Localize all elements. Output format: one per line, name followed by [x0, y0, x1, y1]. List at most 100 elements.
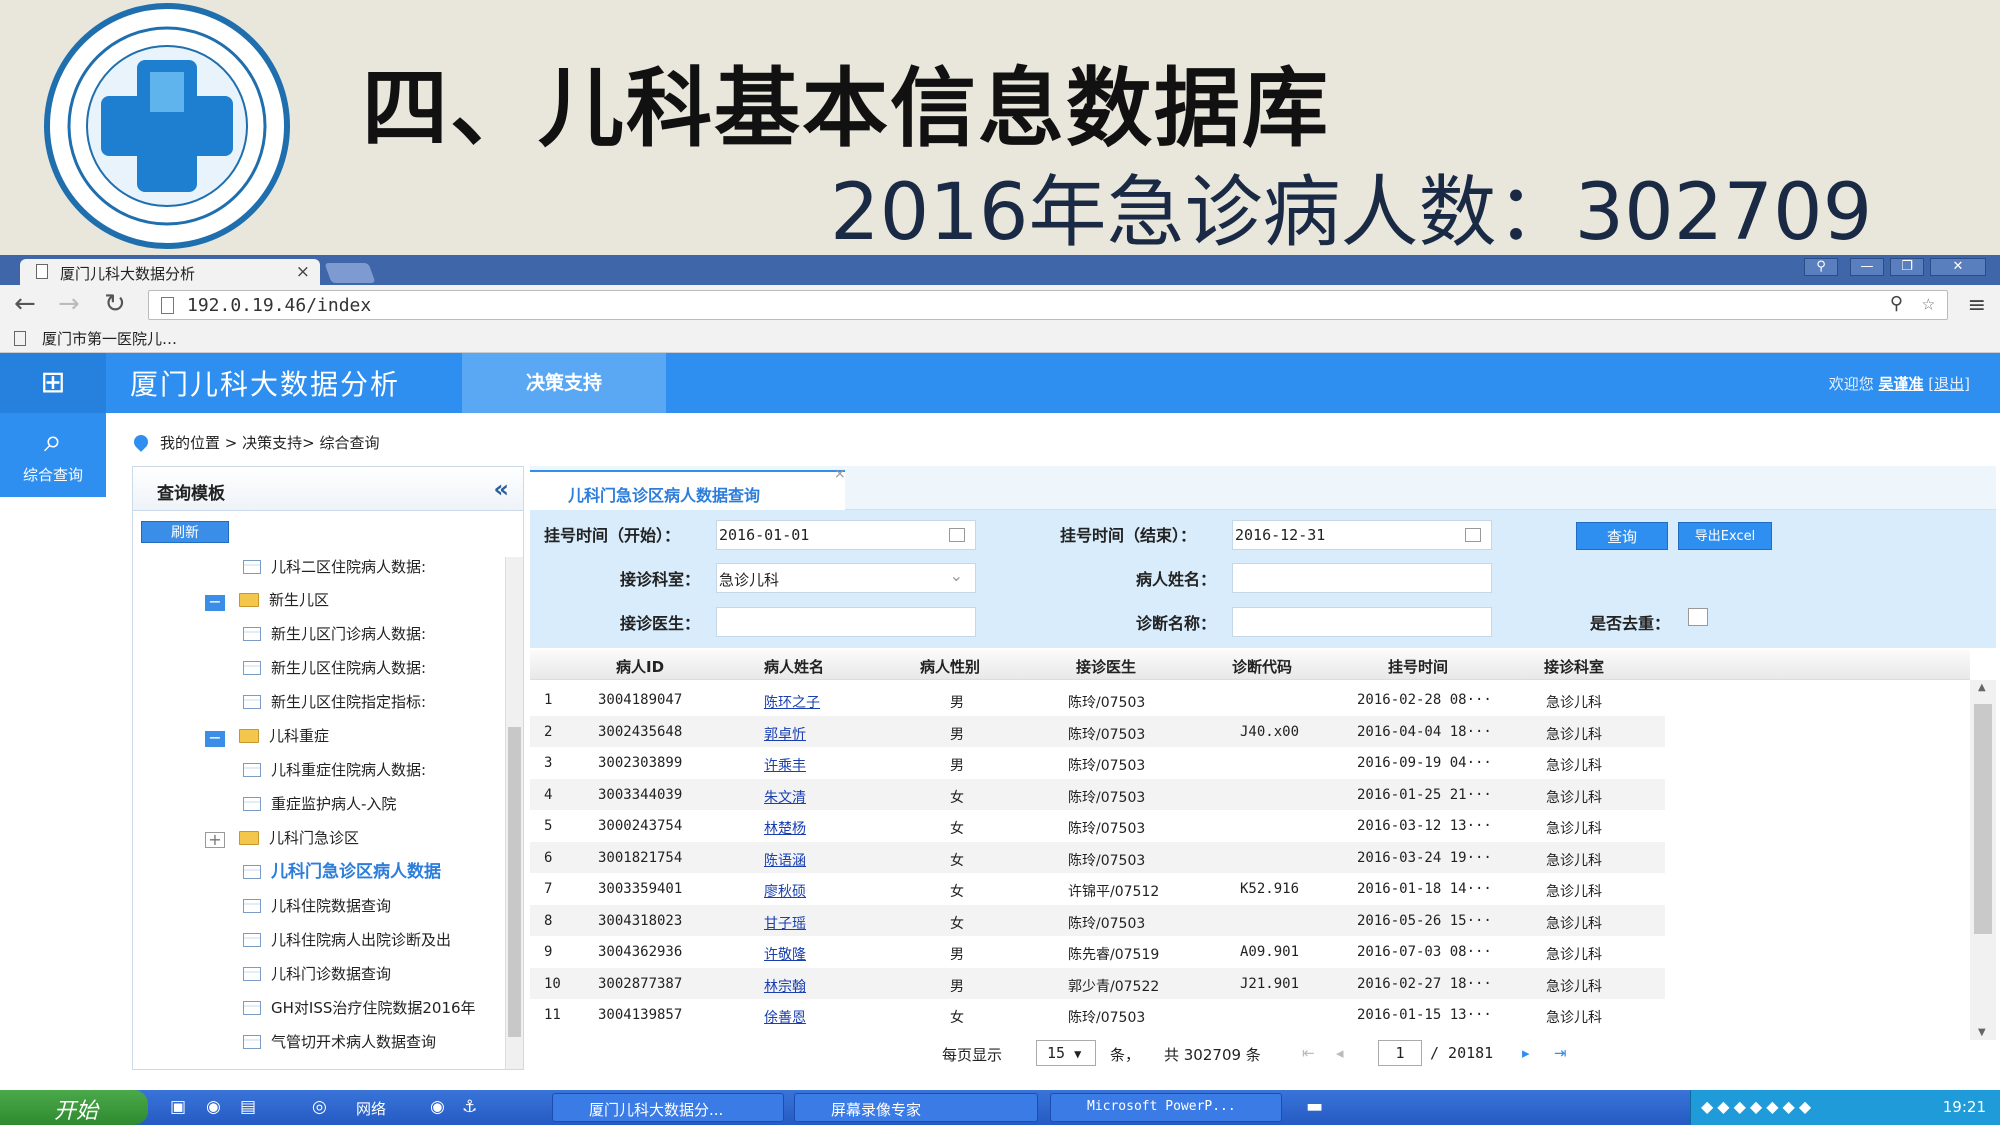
dedup-checkbox[interactable] — [1688, 608, 1708, 626]
app-icon[interactable]: ◎ — [312, 1097, 327, 1117]
patient-name-input[interactable] — [1232, 563, 1492, 593]
table-row[interactable]: 11 3004139857 俆善恩 女 陈玲/07503 2016-01-15 13···… — [530, 999, 1665, 1031]
refresh-button[interactable]: 刷新 — [141, 521, 229, 543]
ie-icon[interactable]: ◉ — [206, 1097, 221, 1117]
cell-name[interactable]: 郭卓忻 — [764, 724, 806, 744]
user-name-link[interactable]: 吴谨准 — [1878, 375, 1923, 393]
col-header-sex[interactable]: 病人性别 — [920, 656, 980, 677]
first-page-icon[interactable]: ⇤ — [1302, 1044, 1315, 1062]
cell-name[interactable]: 廖秋硕 — [764, 881, 806, 901]
network-label[interactable]: 网络 — [356, 1098, 386, 1119]
tree-item-active[interactable]: 儿科门急诊区病人数据 — [243, 860, 441, 884]
close-tab-icon[interactable]: × — [296, 262, 310, 282]
table-row[interactable]: 4 3003344039 朱文清 女 陈玲/07503 2016-01-25 21··· 急… — [530, 778, 1665, 810]
star-icon[interactable]: ☆ — [1922, 291, 1935, 316]
table-row[interactable]: 7 3003359401 廖秋硕 女 许锦平/07512 K52.916 2016-01-1… — [530, 873, 1665, 905]
table-row[interactable]: 6 3001821754 陈语涵 女 陈玲/07503 2016-03-24 19··· 急… — [530, 841, 1665, 873]
tree-item[interactable]: 儿科二区住院病人数据: — [243, 555, 426, 579]
table-row[interactable]: 9 3004362936 许敬隆 男 陈先睿/07519 A09.901 2016-07-0… — [530, 936, 1665, 968]
back-icon[interactable]: ← — [14, 289, 36, 319]
table-row[interactable]: 2 3002435648 郭卓忻 男 陈玲/07503 J40.x00 2016-04-04… — [530, 715, 1665, 747]
tree-folder[interactable]: − 新生儿区 — [205, 588, 329, 612]
cell-name[interactable]: 林楚杨 — [764, 818, 806, 838]
per-page-select[interactable]: 15 ▼ — [1036, 1040, 1096, 1066]
collapse-icon[interactable]: « — [493, 475, 509, 503]
collapse-toggle-icon[interactable]: − — [205, 730, 225, 747]
tree-item[interactable]: 气管切开术病人数据查询 — [243, 1030, 436, 1054]
scrollbar-thumb[interactable] — [508, 727, 521, 1037]
chrome-icon[interactable]: ◉ — [430, 1097, 445, 1117]
sidebar-item-comprehensive-query[interactable]: ⌕ 综合查询 — [0, 413, 106, 497]
cell-name[interactable]: 甘子瑶 — [764, 913, 806, 933]
table-row[interactable]: 5 3000243754 林楚杨 女 陈玲/07503 2016-03-12 13··· 急… — [530, 810, 1665, 842]
query-button[interactable]: 查询 — [1576, 522, 1668, 550]
browser-tab[interactable]: 厦门儿科大数据分析 × — [20, 259, 320, 285]
tree-scrollbar[interactable] — [505, 557, 523, 1069]
taskbar-item-powerpoint[interactable]: Microsoft PowerP... — [1050, 1093, 1282, 1122]
user-icon[interactable]: ⚲ — [1804, 258, 1838, 276]
col-header-name[interactable]: 病人姓名 — [764, 656, 824, 677]
diagnosis-input[interactable] — [1232, 607, 1492, 637]
scroll-up-icon[interactable]: ▲ — [1978, 682, 1986, 693]
calendar-icon[interactable] — [1465, 528, 1481, 542]
bookmark-item[interactable]: 厦门市第一医院儿… — [42, 330, 177, 348]
cell-name[interactable]: 朱文清 — [764, 787, 806, 807]
new-tab-button[interactable] — [324, 263, 376, 283]
scrollbar-thumb[interactable] — [1974, 704, 1992, 934]
table-scrollbar[interactable]: ▲ ▼ — [1970, 680, 1996, 1040]
menu-icon[interactable]: ≡ — [1968, 293, 1986, 318]
tab-er-patient-query[interactable]: 儿科门急诊区病人数据查询 — [530, 470, 845, 510]
close-window-button[interactable]: ✕ — [1930, 258, 1986, 276]
pin-icon[interactable]: ⚲ — [1890, 293, 1903, 314]
page-input[interactable]: 1 — [1378, 1040, 1422, 1066]
tree-item[interactable]: 新生儿区住院病人数据: — [243, 656, 426, 680]
col-header-dept[interactable]: 接诊科室 — [1544, 656, 1604, 677]
tray-icons[interactable]: ◆◆◆◆◆◆◆ — [1701, 1097, 1815, 1116]
dept-select[interactable]: 急诊儿科 ⌄ — [716, 563, 976, 593]
cell-name[interactable]: 陈环之子 — [764, 692, 820, 712]
cell-name[interactable]: 林宗翰 — [764, 976, 806, 996]
grid-icon[interactable]: ⊞ — [0, 353, 106, 413]
table-row[interactable]: 8 3004318023 甘子瑶 女 陈玲/07503 2016-05-26 15··· 急… — [530, 904, 1665, 936]
screen-icon[interactable]: ▬ — [1306, 1096, 1323, 1117]
table-row[interactable]: 3 3002303899 许乘丰 男 陈玲/07503 2016-09-19 04··· 急… — [530, 747, 1665, 779]
tree-folder[interactable]: − 儿科重症 — [205, 724, 329, 748]
taskbar-item-browser[interactable]: 厦门儿科大数据分... — [552, 1093, 784, 1122]
tree-item[interactable]: 儿科住院数据查询 — [243, 894, 391, 918]
cell-name[interactable]: 俆善恩 — [764, 1007, 806, 1027]
forward-icon[interactable]: → — [58, 289, 80, 319]
cell-name[interactable]: 陈语涵 — [764, 850, 806, 870]
tree-item[interactable]: 重症监护病人-入院 — [243, 792, 396, 816]
tree-item[interactable]: 儿科门诊数据查询 — [243, 962, 391, 986]
taskbar-item-recorder[interactable]: 屏幕录像专家 — [794, 1093, 1038, 1122]
col-header-code[interactable]: 诊断代码 — [1232, 656, 1292, 677]
tree-item[interactable]: 儿科重症住院病人数据: — [243, 758, 426, 782]
tab-decision-support[interactable]: 决策支持 — [462, 353, 666, 413]
col-header-id[interactable]: 病人ID — [616, 656, 664, 677]
tree-item[interactable]: GH对ISS治疗住院数据2016年 — [243, 996, 476, 1020]
col-header-doctor[interactable]: 接诊医生 — [1076, 656, 1136, 677]
table-row[interactable]: 10 3002877387 林宗翰 男 郭少青/07522 J21.901 2016-02-… — [530, 967, 1665, 999]
logout-link[interactable]: [退出] — [1928, 375, 1970, 393]
url-field[interactable]: 192.0.19.46/index ⚲ ☆ — [148, 290, 1948, 320]
tree-folder[interactable]: + 儿科门急诊区 — [205, 826, 359, 850]
tree-item[interactable]: 新生儿区住院指定指标: — [243, 690, 426, 714]
expand-toggle-icon[interactable]: + — [205, 832, 225, 848]
end-time-field[interactable]: 2016-12-31 — [1232, 520, 1492, 550]
desktop-icon[interactable]: ▤ — [240, 1097, 256, 1117]
last-page-icon[interactable]: ⇥ — [1554, 1044, 1567, 1062]
scroll-down-icon[interactable]: ▼ — [1978, 1027, 1986, 1038]
cell-name[interactable]: 许敬隆 — [764, 944, 806, 964]
table-row[interactable]: 1 3004189047 陈环之子 男 陈玲/07503 2016-02-28 08···… — [530, 684, 1665, 716]
minimize-button[interactable]: — — [1850, 258, 1884, 276]
collapse-toggle-icon[interactable]: − — [205, 594, 225, 611]
restore-button[interactable]: ❐ — [1890, 258, 1924, 276]
cell-name[interactable]: 许乘丰 — [764, 755, 806, 775]
export-excel-button[interactable]: 导出Excel — [1678, 522, 1772, 550]
tree-item[interactable]: 儿科住院病人出院诊断及出 — [243, 928, 451, 952]
start-time-field[interactable]: 2016-01-01 — [716, 520, 976, 550]
anchor-icon[interactable]: ⚓ — [462, 1097, 477, 1117]
col-header-time[interactable]: 挂号时间 — [1388, 656, 1448, 677]
close-tab-icon[interactable]: × — [834, 466, 846, 482]
folder-icon[interactable]: ▣ — [170, 1097, 186, 1117]
